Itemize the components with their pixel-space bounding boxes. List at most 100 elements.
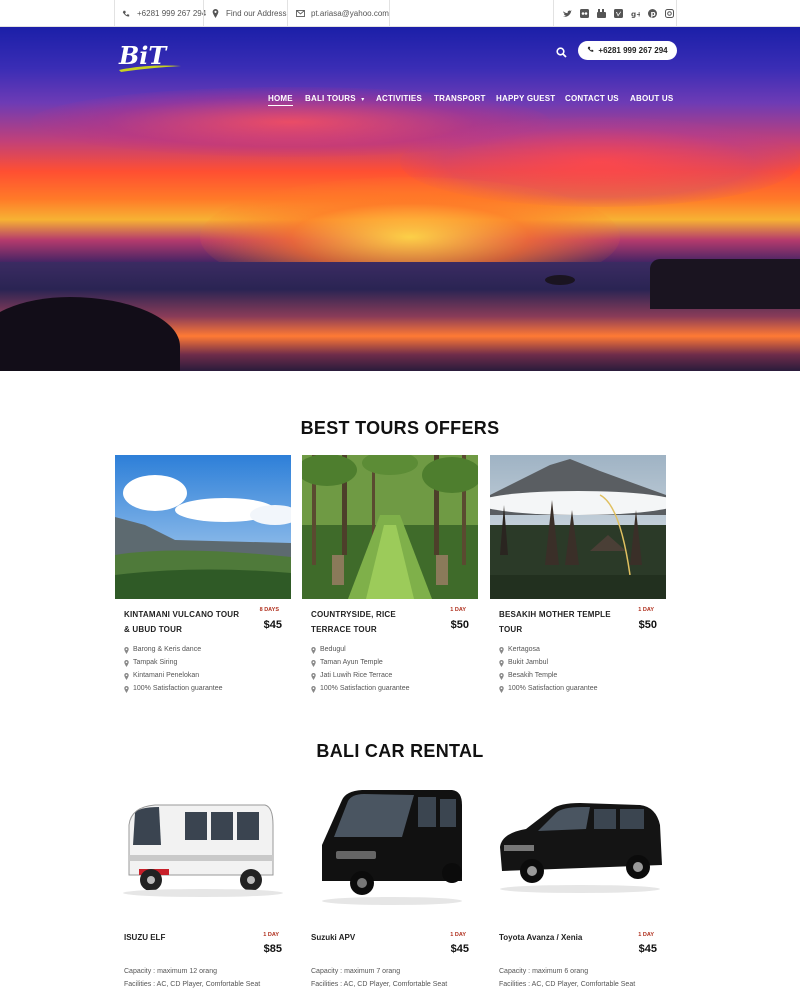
tour-name[interactable]: KINTAMANI VULCANO TOUR & UBUD TOUR xyxy=(124,607,244,637)
nav-home[interactable]: HOME xyxy=(268,94,293,106)
google-plus-icon[interactable]: g+ xyxy=(631,9,640,18)
tours-section-title: BEST TOURS OFFERS xyxy=(300,418,500,438)
instagram-icon[interactable] xyxy=(665,9,674,18)
nav-bali-tours[interactable]: BALI TOURS ▾ xyxy=(305,94,364,103)
flickr-icon[interactable] xyxy=(580,9,589,18)
topbar-address-text: Find our Address xyxy=(226,9,287,18)
nav-about-us[interactable]: ABOUT US xyxy=(630,94,673,103)
map-marker-icon xyxy=(311,646,316,654)
hero-banner xyxy=(0,27,800,371)
map-marker-icon xyxy=(499,646,504,654)
list-item: Barong & Keris dance xyxy=(124,643,223,656)
map-marker-icon xyxy=(124,685,129,693)
pinterest-icon[interactable]: p xyxy=(648,9,657,18)
map-marker-icon xyxy=(311,685,316,693)
tour-image[interactable] xyxy=(302,455,478,599)
tour-card[interactable]: BESAKIH MOTHER TEMPLE TOUR 1 DAY $50 Ker… xyxy=(490,455,666,693)
car-capacity: Capacity : maximum 7 orang xyxy=(311,968,401,975)
divider xyxy=(114,0,115,27)
car-image[interactable] xyxy=(302,785,478,925)
car-image[interactable] xyxy=(115,785,291,925)
car-name[interactable]: ISUZU ELF xyxy=(124,933,165,942)
list-item: 100% Satisfaction guarantee xyxy=(124,682,223,695)
divider xyxy=(676,0,677,27)
phone-icon xyxy=(121,9,131,19)
divider xyxy=(553,0,554,27)
topbar-phone[interactable]: +6281 999 267 294 xyxy=(121,0,206,27)
nav-contact-us[interactable]: CONTACT US xyxy=(565,94,619,103)
topbar-phone-text: +6281 999 267 294 xyxy=(137,9,207,18)
search-icon[interactable] xyxy=(556,45,568,58)
car-capacity: Capacity : maximum 6 orang xyxy=(499,968,589,975)
svg-text:p: p xyxy=(651,10,656,18)
car-duration: 1 DAY xyxy=(450,932,466,938)
topbar-email[interactable]: pt.ariasa@yahoo.com xyxy=(295,0,389,27)
nav-bali-tours-label: BALI TOURS xyxy=(305,94,356,103)
nav-happy-guest[interactable]: HAPPY GUEST xyxy=(496,94,555,103)
youtube-icon[interactable] xyxy=(597,9,606,18)
list-item: Bukit Jambul xyxy=(499,656,598,669)
map-marker-icon xyxy=(124,659,129,667)
nav-transport[interactable]: TRANSPORT xyxy=(434,94,486,103)
tour-duration: 8 DAYS xyxy=(259,607,279,613)
tour-card[interactable]: COUNTRYSIDE, RICE TERRACE TOUR 1 DAY $50… xyxy=(302,455,478,693)
map-marker-icon xyxy=(124,646,129,654)
site-logo[interactable]: BiT xyxy=(117,41,183,74)
list-item: Taman Ayun Temple xyxy=(311,656,410,669)
list-item: Tampak Siring xyxy=(124,656,223,669)
nav-activities[interactable]: ACTIVITIES xyxy=(376,94,422,103)
header-phone-button[interactable]: +6281 999 267 294 xyxy=(578,41,677,60)
tour-duration: 1 DAY xyxy=(638,607,654,613)
hero-rock xyxy=(650,259,800,309)
twitter-icon[interactable] xyxy=(563,9,572,18)
vimeo-icon[interactable] xyxy=(614,9,623,18)
car-capacity: Capacity : maximum 12 orang xyxy=(124,968,217,975)
car-card[interactable]: Toyota Avanza / Xenia 1 DAY $45 Capacity… xyxy=(490,785,666,988)
list-item: Jati Luwih Rice Terrace xyxy=(311,669,410,682)
car-price: $85 xyxy=(263,943,282,955)
tour-name[interactable]: COUNTRYSIDE, RICE TERRACE TOUR xyxy=(311,607,431,637)
map-marker-icon xyxy=(124,672,129,680)
tour-duration: 1 DAY xyxy=(450,607,466,613)
svg-text:g+: g+ xyxy=(631,10,640,18)
tour-price: $50 xyxy=(450,619,469,631)
tour-image[interactable] xyxy=(115,455,291,599)
car-card[interactable]: Suzuki APV 1 DAY $45 Capacity : maximum … xyxy=(302,785,478,988)
car-info: Capacity : maximum 6 orang Facilities : … xyxy=(499,965,674,991)
divider xyxy=(389,0,390,27)
car-facilities: Facilities : AC, CD Player, Comfortable … xyxy=(124,981,261,988)
map-marker-icon xyxy=(499,685,504,693)
hero-rock xyxy=(545,275,575,285)
divider xyxy=(203,0,204,27)
car-name[interactable]: Suzuki APV xyxy=(311,933,355,942)
tour-price: $45 xyxy=(263,619,282,631)
header-phone-text: +6281 999 267 294 xyxy=(598,46,668,55)
tour-name[interactable]: BESAKIH MOTHER TEMPLE TOUR xyxy=(499,607,619,637)
tour-image[interactable] xyxy=(490,455,666,599)
cars-section-title: BALI CAR RENTAL xyxy=(316,741,484,761)
divider xyxy=(287,0,288,27)
car-name[interactable]: Toyota Avanza / Xenia xyxy=(499,933,582,942)
list-item: Kintamani Penelokan xyxy=(124,669,223,682)
car-info: Capacity : maximum 7 orang Facilities : … xyxy=(311,965,486,991)
envelope-icon xyxy=(295,9,305,19)
tour-card[interactable]: KINTAMANI VULCANO TOUR & UBUD TOUR 8 DAY… xyxy=(115,455,291,693)
topbar-address[interactable]: Find our Address xyxy=(210,0,286,27)
list-item: 100% Satisfaction guarantee xyxy=(499,682,598,695)
list-item: Besakih Temple xyxy=(499,669,598,682)
car-image[interactable] xyxy=(490,785,666,925)
map-marker-icon xyxy=(210,9,220,19)
topbar-email-text: pt.ariasa@yahoo.com xyxy=(311,9,389,18)
top-bar: +6281 999 267 294 Find our Address pt.ar… xyxy=(0,0,800,27)
tour-features: Bedugul Taman Ayun Temple Jati Luwih Ric… xyxy=(311,643,410,695)
list-item: 100% Satisfaction guarantee xyxy=(311,682,410,695)
map-marker-icon xyxy=(311,672,316,680)
car-duration: 1 DAY xyxy=(263,932,279,938)
car-price: $45 xyxy=(450,943,469,955)
car-duration: 1 DAY xyxy=(638,932,654,938)
car-facilities: Facilities : AC, CD Player, Comfortable … xyxy=(311,981,448,988)
car-card[interactable]: ISUZU ELF 1 DAY $85 Capacity : maximum 1… xyxy=(115,785,291,988)
tour-price: $50 xyxy=(638,619,657,631)
car-info: Capacity : maximum 12 orang Facilities :… xyxy=(124,965,299,991)
map-marker-icon xyxy=(311,659,316,667)
